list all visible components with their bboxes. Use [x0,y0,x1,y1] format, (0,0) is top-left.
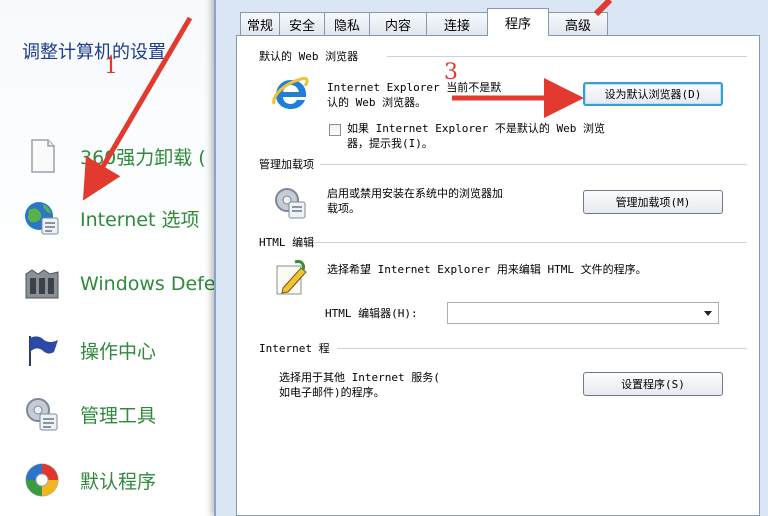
cp-item-default-programs[interactable]: 默认程序 [22,458,222,502]
html-editing-icon [276,260,307,295]
cp-item-admin-tools[interactable]: 管理工具 [22,392,222,436]
tab-security[interactable]: 安全 [279,12,325,36]
default-programs-icon [25,463,59,497]
make-default-browser-button[interactable]: 设为默认浏览器(D) [583,82,723,106]
cp-item-action-center[interactable]: 操作中心 [22,328,222,372]
tab-strip: 常规 安全 隐私 内容 连接 程序 高级 [240,8,608,36]
tab-programs[interactable]: 程序 [487,8,549,36]
cp-item-label: Internet 选项 [80,208,200,231]
windows-defender-icon [25,269,59,299]
internet-programs-desc-line1: 选择用于其他 Internet 服务( [279,371,440,384]
group-divider [307,242,747,243]
cp-item-label: 默认程序 [80,470,157,493]
cp-item-windows-defender[interactable]: Windows Defe [22,262,222,306]
admin-tools-icon [26,398,58,431]
ie-logo-icon [272,76,309,109]
annotation-step-1: 1 [104,54,118,79]
control-panel-heading: 调整计算机的设置 [22,42,166,63]
web-browser-desc-line1: Internet Explorer 当前不是默 [327,81,502,94]
internet-programs-description: 选择用于其他 Internet 服务( 如电子邮件)的程序。 [279,370,440,400]
html-editor-label: HTML 编辑器(H): [325,307,418,320]
group-divider [337,348,747,349]
addons-desc-line1: 启用或禁用安装在系统中的浏览器加 [327,187,503,200]
group-title-web-browser: 默认的 Web 浏览器 [259,50,359,63]
set-programs-button[interactable]: 设置程序(S) [583,372,723,396]
chevron-down-icon [704,311,712,316]
cp-item-label: 管理工具 [80,404,157,427]
annotation-step-3: 3 [444,60,458,85]
html-editor-select[interactable] [447,302,719,324]
cp-item-internet-options[interactable]: Internet 选项 [22,196,222,240]
programs-tab-panel: 默认的 Web 浏览器 Internet Explorer 当前不是默 认的 W… [236,35,760,516]
group-divider [259,164,747,165]
tab-privacy[interactable]: 隐私 [324,12,370,36]
prompt-default-browser-label: 如果 Internet Explorer 不是默认的 Web 浏览 器，提示我(… [347,121,605,151]
html-editing-description: 选择希望 Internet Explorer 用来编辑 HTML 文件的程序。 [327,263,647,276]
addons-desc-line2: 载项。 [327,202,360,215]
web-browser-description: Internet Explorer 当前不是默 认的 Web 浏览器。 [327,80,501,110]
manage-addons-icon [275,188,306,219]
group-title-html-editing: HTML 编辑 [259,236,315,249]
internet-options-dialog: 常规 安全 隐私 内容 连接 程序 高级 默认的 Web 浏览器 Interne… [214,0,768,516]
prompt-default-browser-checkbox[interactable] [329,124,341,136]
internet-programs-desc-line2: 如电子邮件)的程序。 [279,386,385,399]
tab-connections[interactable]: 连接 [426,12,488,36]
group-divider [387,56,747,57]
action-center-flag-icon [29,336,58,366]
cp-item-label: Windows Defe [80,273,216,295]
cp-item-360-uninstall[interactable]: 360强力卸载 ( [22,134,222,178]
web-browser-desc-line2: 认的 Web 浏览器。 [327,96,427,109]
checkbox-label-line2: 器，提示我(I)。 [347,137,433,150]
tab-advanced[interactable]: 高级 [548,12,608,36]
internet-options-icon [25,202,59,235]
checkbox-label-line1: 如果 Internet Explorer 不是默认的 Web 浏览 [347,122,605,135]
tab-content[interactable]: 内容 [369,12,427,36]
addons-description: 启用或禁用安装在系统中的浏览器加 载项。 [327,186,503,216]
document-icon [31,139,55,173]
cp-item-label: 操作中心 [80,340,157,363]
tab-general[interactable]: 常规 [240,12,280,36]
group-title-internet-programs: Internet 程 [259,342,330,355]
manage-addons-button[interactable]: 管理加载项(M) [583,190,723,214]
group-title-addons: 管理加载项 [259,156,320,172]
cp-item-label: 360强力卸载 ( [80,146,206,169]
